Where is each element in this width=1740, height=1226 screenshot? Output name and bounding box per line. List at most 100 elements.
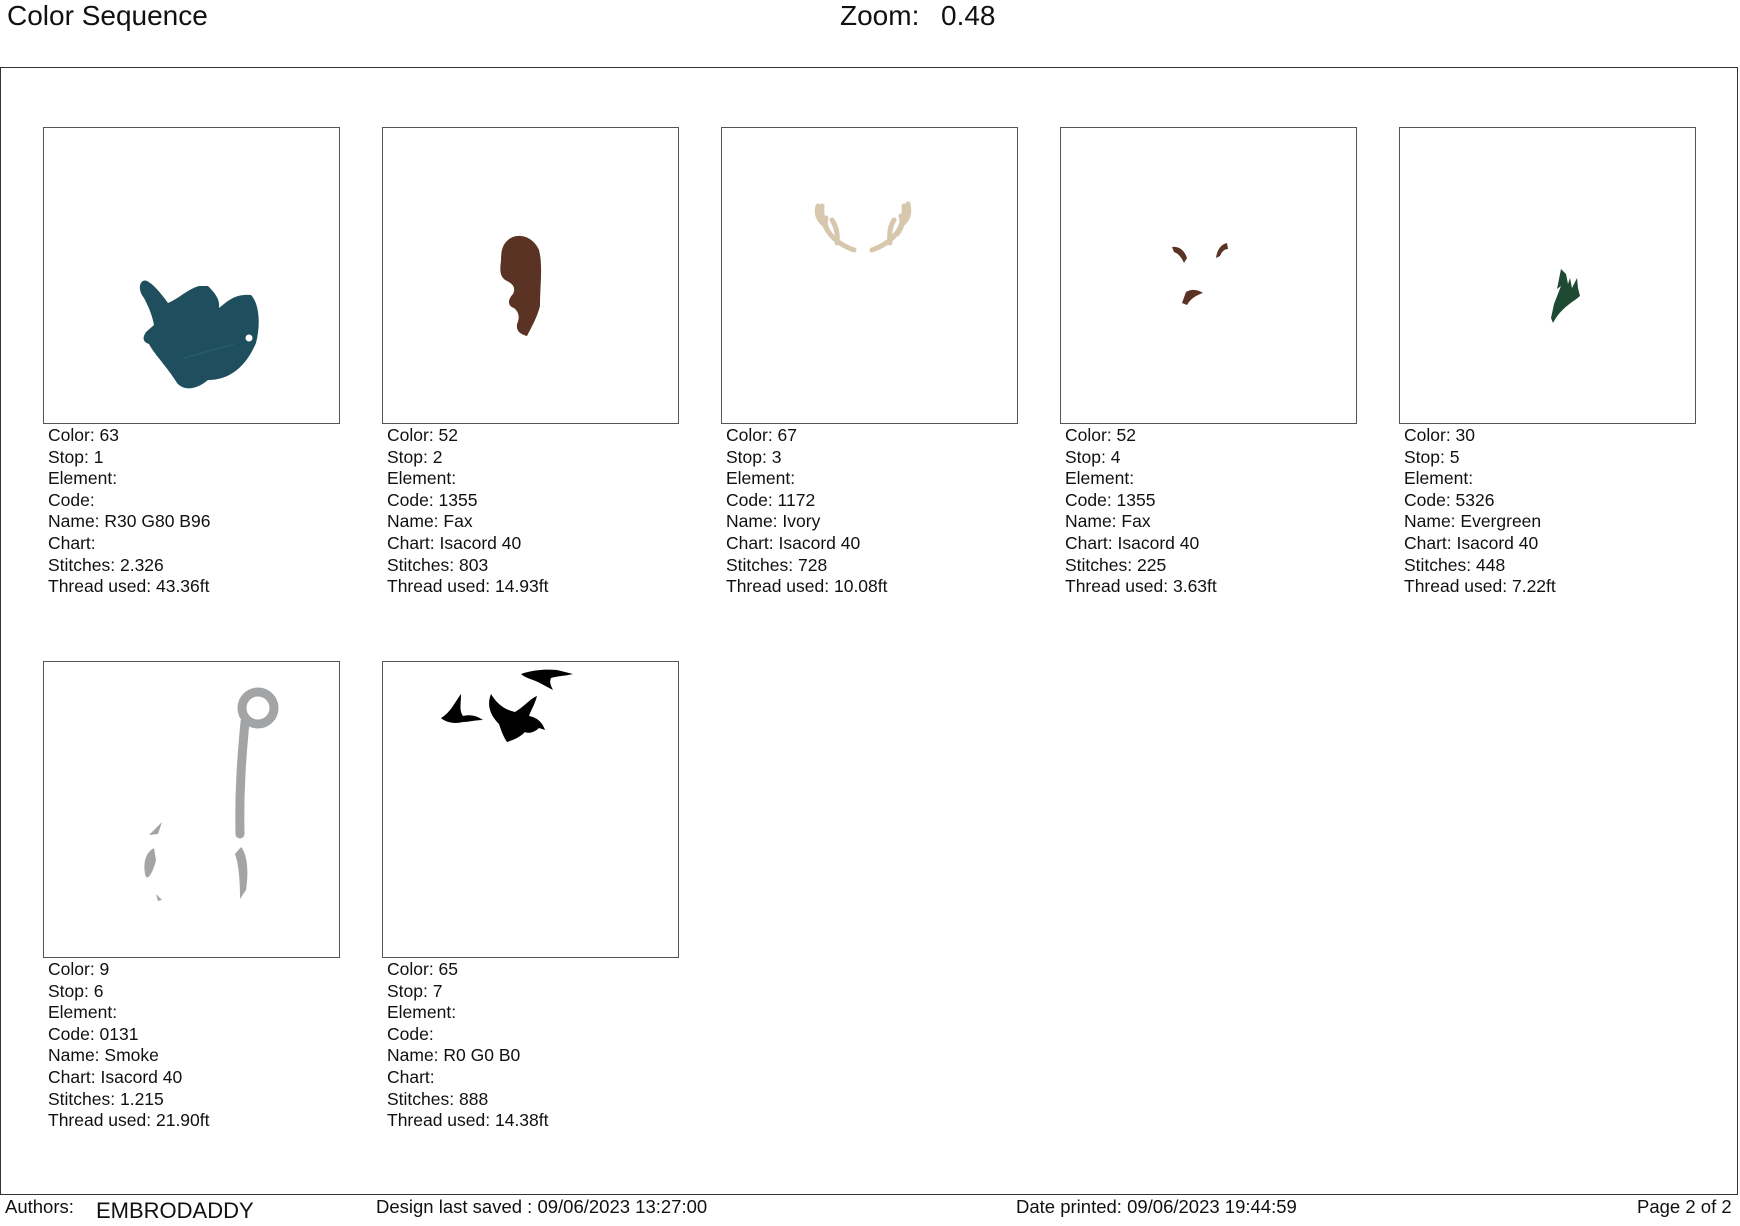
color-info: Color: 65 Stop: 7 Element: Code: Name: R… bbox=[387, 959, 549, 1132]
thread-code: Code: bbox=[387, 1023, 434, 1044]
color-swatch-tile bbox=[382, 127, 679, 424]
thread-code: Code: bbox=[48, 489, 95, 510]
stitch-count: Stitches: 448 bbox=[1404, 554, 1506, 575]
zoom-value: 0.48 bbox=[941, 0, 996, 31]
deer-nose bbox=[1182, 289, 1203, 305]
color-number: Color: 67 bbox=[726, 425, 798, 445]
fish-icon bbox=[139, 280, 259, 389]
stitch-count: Stitches: 728 bbox=[726, 554, 828, 575]
authors-label: Authors: bbox=[5, 1196, 74, 1217]
deer-face-icon bbox=[1172, 243, 1228, 305]
thread-used: Thread used: 14.38ft bbox=[387, 1110, 549, 1131]
thread-chart: Chart: bbox=[48, 532, 96, 553]
duck-middle bbox=[489, 694, 545, 742]
zoom-label: Zoom: bbox=[840, 0, 920, 31]
thread-used: Thread used: 7.22ft bbox=[1404, 576, 1556, 597]
thread-code: Code: 1355 bbox=[387, 489, 478, 510]
stitch-count: Stitches: 888 bbox=[387, 1088, 489, 1109]
thread-chart: Chart: Isacord 40 bbox=[1065, 532, 1200, 553]
color-info: Color: 30 Stop: 5 Element: Code: 5326 Na… bbox=[1404, 425, 1556, 598]
element-label: Element: bbox=[387, 468, 457, 489]
color-swatch-tile bbox=[1399, 127, 1696, 424]
color-number: Color: 63 bbox=[48, 425, 120, 445]
stop-number: Stop: 5 bbox=[1404, 446, 1460, 467]
thread-code: Code: 0131 bbox=[48, 1023, 139, 1044]
color-swatch-tile bbox=[382, 661, 679, 958]
duck-top bbox=[521, 669, 573, 690]
deer-neck-shape bbox=[500, 235, 542, 336]
color-swatch-tile bbox=[1060, 127, 1357, 424]
hook-shank bbox=[235, 717, 250, 839]
color-info: Color: 63 Stop: 1 Element: Code: Name: R… bbox=[48, 425, 210, 598]
color-swatch-tile bbox=[43, 127, 340, 424]
thread-chart: Chart: Isacord 40 bbox=[1404, 532, 1539, 553]
color-swatch-tile bbox=[43, 661, 340, 958]
stitch-count: Stitches: 1.215 bbox=[48, 1088, 164, 1109]
antlers-icon bbox=[814, 201, 912, 253]
fish-hook-icon bbox=[144, 687, 279, 901]
pine-trees-icon bbox=[1551, 269, 1580, 323]
stop-number: Stop: 6 bbox=[48, 980, 104, 1001]
thread-name: Name: R0 G0 B0 bbox=[387, 1045, 521, 1066]
element-label: Element: bbox=[726, 468, 796, 489]
pine-trees-shape bbox=[1551, 269, 1580, 323]
flying-ducks-icon bbox=[441, 669, 573, 742]
element-label: Element: bbox=[1065, 468, 1135, 489]
element-label: Element: bbox=[1404, 468, 1474, 489]
thread-used: Thread used: 21.90ft bbox=[48, 1110, 210, 1131]
stop-number: Stop: 2 bbox=[387, 446, 443, 467]
stop-number: Stop: 3 bbox=[726, 446, 782, 467]
hook-tip bbox=[156, 894, 162, 901]
hook-bend-right bbox=[235, 847, 248, 899]
thread-used: Thread used: 3.63ft bbox=[1065, 576, 1217, 597]
thread-code: Code: 5326 bbox=[1404, 489, 1495, 510]
thread-chart: Chart: Isacord 40 bbox=[48, 1066, 183, 1087]
stop-number: Stop: 7 bbox=[387, 980, 443, 1001]
left-ear bbox=[1172, 246, 1187, 263]
thread-used: Thread used: 10.08ft bbox=[726, 576, 888, 597]
thread-name: Name: Smoke bbox=[48, 1045, 159, 1066]
thread-name: Name: Fax bbox=[387, 511, 473, 532]
element-label: Element: bbox=[48, 1002, 118, 1023]
element-label: Element: bbox=[48, 468, 118, 489]
thread-chart: Chart: bbox=[387, 1066, 435, 1087]
date-printed: Date printed: 09/06/2023 19:44:59 bbox=[1016, 1196, 1297, 1217]
thread-chart: Chart: Isacord 40 bbox=[726, 532, 861, 553]
color-info: Color: 52 Stop: 4 Element: Code: 1355 Na… bbox=[1065, 425, 1217, 598]
thread-code: Code: 1172 bbox=[726, 489, 816, 510]
color-swatch-tile bbox=[721, 127, 1018, 424]
deer-neck-icon bbox=[500, 235, 542, 336]
color-info: Color: 9 Stop: 6 Element: Code: 0131 Nam… bbox=[48, 959, 210, 1132]
color-info: Color: 67 Stop: 3 Element: Code: 1172 Na… bbox=[726, 425, 888, 598]
thread-name: Name: R30 G80 B96 bbox=[48, 511, 211, 532]
thread-used: Thread used: 43.36ft bbox=[48, 576, 210, 597]
stop-number: Stop: 1 bbox=[48, 446, 104, 467]
stitch-count: Stitches: 225 bbox=[1065, 554, 1167, 575]
hook-barb bbox=[149, 822, 162, 835]
page-title: Color Sequence bbox=[7, 0, 208, 31]
fish-body bbox=[139, 280, 259, 389]
thread-name: Name: Evergreen bbox=[1404, 511, 1542, 532]
color-number: Color: 52 bbox=[387, 425, 459, 445]
color-number: Color: 52 bbox=[1065, 425, 1137, 445]
page-number: Page 2 of 2 bbox=[1637, 1196, 1732, 1217]
duck-left bbox=[441, 694, 483, 723]
thread-name: Name: Fax bbox=[1065, 511, 1151, 532]
thread-used: Thread used: 14.93ft bbox=[387, 576, 549, 597]
thread-chart: Chart: Isacord 40 bbox=[387, 532, 522, 553]
color-number: Color: 9 bbox=[48, 959, 110, 979]
left-antler bbox=[814, 203, 857, 253]
stitch-count: Stitches: 2.326 bbox=[48, 554, 164, 575]
hook-bend-left bbox=[144, 848, 156, 878]
authors-name: EMBRODADDY bbox=[96, 1198, 254, 1223]
thread-code: Code: 1355 bbox=[1065, 489, 1156, 510]
element-label: Element: bbox=[387, 1002, 457, 1023]
fish-eye bbox=[245, 334, 253, 342]
thread-name: Name: Ivory bbox=[726, 511, 821, 532]
stitch-count: Stitches: 803 bbox=[387, 554, 489, 575]
color-info: Color: 52 Stop: 2 Element: Code: 1355 Na… bbox=[387, 425, 549, 598]
color-number: Color: 65 bbox=[387, 959, 459, 979]
design-last-saved: Design last saved : 09/06/2023 13:27:00 bbox=[376, 1196, 708, 1217]
right-ear bbox=[1216, 243, 1228, 258]
color-number: Color: 30 bbox=[1404, 425, 1476, 445]
